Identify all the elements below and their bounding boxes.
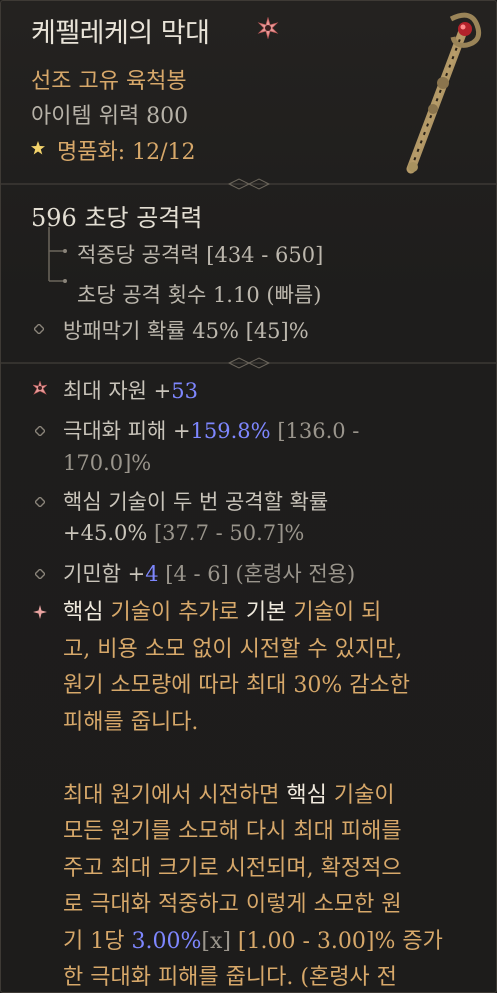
item-tooltip: 케펠레케의 막대 선조 고유 육척봉 아이템 위력 800 명품화: 12/12 — [0, 0, 497, 993]
unique-line: 최대 원기에서 시전하면 핵심 기술이 — [63, 782, 395, 808]
attacks-per-second: 초당 공격 횟수 1.10 (빠름) — [77, 283, 322, 307]
greater-affix-icon — [33, 381, 47, 395]
unique-power-description: 핵심 기술이 추가로 기본 기술이 되 고, 비용 소모 없이 시전할 수 있지… — [63, 595, 491, 992]
affix-double-attack: 핵심 기술이 두 번 공격할 확률 — [63, 490, 329, 514]
unique-line: 고, 비용 소모 없이 시전할 수 있지만, — [63, 636, 403, 662]
weapon-staff-icon — [406, 12, 482, 174]
section-divider — [1, 178, 496, 190]
item-type: 선조 고유 육척봉 — [31, 69, 187, 94]
unique-line: 주고 최대 크기로 시전되며, 확정적으 — [63, 855, 402, 881]
unique-line: 모든 원기를 소모해 다시 최대 피해를 — [63, 819, 402, 844]
affix-crit-damage: 극대화 피해 +159.8% [136.0 - — [63, 419, 360, 443]
item-name: 케펠레케의 막대 — [31, 18, 210, 49]
unique-line — [63, 741, 491, 778]
affix-max-resource: 최대 자원 +53 — [63, 379, 198, 403]
unique-power-icon — [33, 605, 47, 619]
stat-tree-connector — [48, 227, 67, 283]
unique-line: 한 극대화 피해를 줍니다. (혼령사 전 — [63, 965, 397, 990]
diamond-bullet-icon — [34, 324, 44, 334]
unique-line: 원기 소모량에 따라 최대 30% 감소한 — [63, 673, 410, 698]
unique-line: 핵심 기술이 추가로 기본 기술이 되 — [63, 600, 382, 625]
unique-line: 기 1당 3.00%[x] [1.00 - 3.00]% 증가 — [63, 928, 443, 954]
masterwork-level: 명품화: 12/12 — [57, 140, 196, 165]
unique-line: 피해를 줍니다. — [63, 709, 199, 735]
diamond-bullet-icon — [35, 569, 45, 579]
diamond-bullet-icon — [35, 426, 45, 436]
masterwork-star-icon — [31, 141, 45, 155]
item-power: 아이템 위력 800 — [31, 104, 189, 129]
unique-star-icon — [257, 17, 279, 39]
block-chance: 방패막기 확률 45% [45]% — [63, 319, 309, 343]
damage-per-hit: 적중당 공격력 [434 - 650] — [77, 243, 324, 267]
affix-agility: 기민함 +4 [4 - 6] (혼령사 전용) — [63, 562, 356, 586]
section-divider — [1, 357, 496, 369]
affix-crit-damage-range-cont: 170.0]% — [63, 451, 152, 475]
unique-line: 로 극대화 적중하고 이렇게 소모한 원 — [63, 892, 402, 917]
affix-double-attack-value: +45.0% [37.7 - 50.7]% — [63, 521, 305, 545]
diamond-bullet-icon — [35, 497, 45, 507]
